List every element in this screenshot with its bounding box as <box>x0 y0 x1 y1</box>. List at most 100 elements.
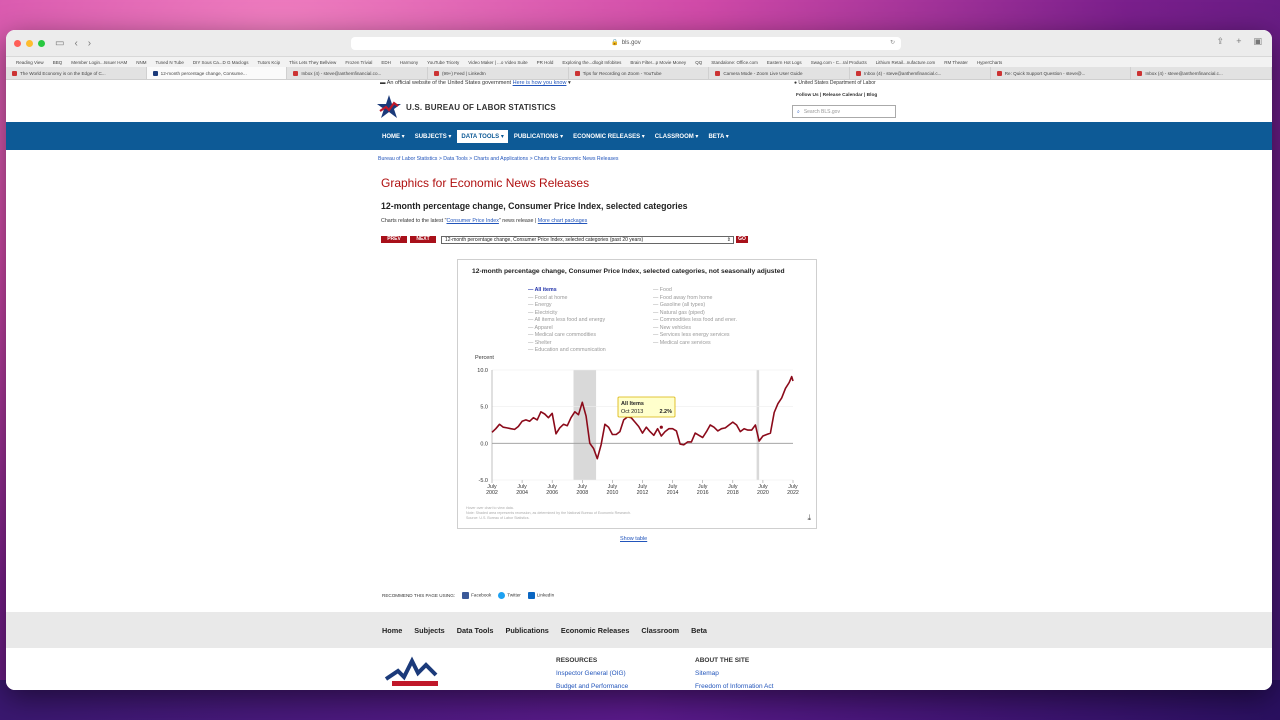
bookmark-item[interactable]: Reading View <box>16 60 44 65</box>
browser-tab[interactable]: Camera Mode - Zoom Live User Guide <box>709 67 851 79</box>
page-title: Graphics for Economic News Releases <box>381 176 590 190</box>
nav-item[interactable]: SUBJECTS ▾ <box>411 130 456 143</box>
tab-favicon-icon <box>293 70 299 76</box>
nav-item[interactable]: CLASSROOM ▾ <box>651 130 703 143</box>
browser-tab[interactable]: Inbox (4) - steve@anthemfinancial.c... <box>1131 67 1272 79</box>
bookmark-item[interactable]: Exploring the...dlogit Infobites <box>562 60 621 65</box>
bookmarks-bar: Reading View BBQ Member Login...Issuer HAM… <box>6 57 1272 67</box>
more-charts-link[interactable]: More chart packages <box>538 218 587 224</box>
source-line: Source: U.S. Bureau of Labor Statistics. <box>466 516 530 520</box>
browser-tab[interactable]: Tips for Recording on Zoom - YouTube <box>569 67 710 79</box>
download-icon[interactable]: ⤓ <box>807 513 811 523</box>
bookmark-item[interactable]: Video Maker | ...o Video Suite <box>468 60 527 65</box>
share-facebook[interactable]: Facebook <box>462 592 491 599</box>
browser-tab[interactable]: Re: Quick Support Question - steve@... <box>991 67 1132 79</box>
x-tick-label: 2016 <box>697 490 709 496</box>
bookmark-item[interactable]: Standalone: Office.com <box>711 60 758 65</box>
nav-item[interactable]: PUBLICATIONS ▾ <box>510 130 567 143</box>
linkedin-icon <box>527 592 535 599</box>
bookmark-item[interactable]: YouTube Tricety <box>427 60 459 65</box>
go-button[interactable]: GO <box>736 236 748 243</box>
footer-classroom[interactable]: Classroom <box>641 626 679 635</box>
search-box[interactable]: ⌕ Search BLS.gov <box>792 105 896 118</box>
browser-tab[interactable]: Inbox (4) - steve@anthemfinancial.c... <box>850 67 991 79</box>
share-row: RECOMMEND THIS PAGE USING: Facebook Twit… <box>382 592 554 599</box>
browser-tab[interactable]: (99+) Feed | LinkedIn <box>428 67 569 79</box>
tab-title: Inbox (4) - steve@anthemfinancial.c... <box>1145 70 1223 76</box>
browser-tab[interactable]: 12-month percentage change, Consume... <box>146 67 288 79</box>
share-linkedin[interactable]: LinkedIn <box>527 592 554 599</box>
bookmark-item[interactable]: Harmony <box>400 60 418 65</box>
cpi-release-link[interactable]: Consumer Price Index <box>446 218 498 224</box>
x-tick-label: 2022 <box>787 490 799 496</box>
share-twitter[interactable]: Twitter <box>498 592 521 599</box>
y-tick-label: 0.0 <box>480 441 488 447</box>
follow-links[interactable]: Follow Us | Release Calendar | Blog <box>796 93 877 98</box>
about-heading: ABOUT THE SITE <box>695 657 750 664</box>
footer-subjects[interactable]: Subjects <box>414 626 444 635</box>
prev-button[interactable]: PREV <box>381 236 407 243</box>
nav-item[interactable]: HOME ▾ <box>378 130 409 143</box>
bookmark-item[interactable]: EDH <box>381 60 391 65</box>
tooltip-series: All Items <box>621 401 644 407</box>
x-tick-label: 2010 <box>607 490 619 496</box>
nav-item[interactable]: DATA TOOLS ▾ <box>457 129 508 143</box>
address-bar[interactable]: 🔒 bls.gov ↻ <box>351 37 901 50</box>
bookmark-item[interactable]: HyperCharts <box>977 60 1002 65</box>
bookmark-item[interactable]: NNM <box>136 60 146 65</box>
bookmark-item[interactable]: Frozen Trivial <box>345 60 372 65</box>
bookmark-item[interactable]: QQ <box>695 60 702 65</box>
bookmark-item[interactable]: Tutors Kcip <box>258 60 281 65</box>
tab-overview-icon[interactable]: ▣ <box>1253 36 1262 47</box>
show-table-link[interactable]: Show table <box>620 536 647 542</box>
foia-link[interactable]: Freedom of Information Act <box>695 680 773 690</box>
gov-banner-link[interactable]: Here is how you know <box>513 80 567 86</box>
close-window-button[interactable] <box>14 39 21 47</box>
bls-star-icon <box>377 95 401 118</box>
nav-item[interactable]: ECONOMIC RELEASES ▾ <box>569 130 649 143</box>
sitemap-link[interactable]: Sitemap <box>695 667 773 680</box>
footer-publications[interactable]: Publications <box>505 626 548 635</box>
bookmark-item[interactable]: RM Theater <box>944 60 968 65</box>
back-icon[interactable]: ‹ <box>74 38 77 49</box>
cpi-line-chart[interactable]: 10.05.00.0-5.0July2002July2004July2006Ju… <box>458 260 818 530</box>
next-button[interactable]: NEXT <box>410 236 436 243</box>
dol-seal-icon: ● <box>794 80 798 86</box>
zoom-window-button[interactable] <box>38 39 45 47</box>
footer-economic-releases[interactable]: Economic Releases <box>561 626 630 635</box>
bls-logo[interactable]: U.S. BUREAU OF LABOR STATISTICS <box>376 94 556 120</box>
oig-link[interactable]: Inspector General (OIG) <box>556 667 628 680</box>
x-tick-label: 2018 <box>727 490 739 496</box>
bookmark-item[interactable]: Eastern Hot Logs <box>767 60 802 65</box>
browser-tab[interactable]: Inbox (4) - steve@anthemfinancial.co... <box>287 67 429 79</box>
bookmark-item[interactable]: Brain Filter...p Movie Money <box>630 60 686 65</box>
browser-tab[interactable]: The World Economy is on the Edge of C... <box>6 67 147 79</box>
bookmark-item[interactable]: Lithium Retail...nufacture.com <box>876 60 936 65</box>
budget-link[interactable]: Budget and Performance <box>556 680 628 690</box>
footer-data-tools[interactable]: Data Tools <box>457 626 494 635</box>
chart-select-value: 12-month percentage change, Consumer Pri… <box>445 237 644 243</box>
chart-container: 12-month percentage change, Consumer Pri… <box>457 259 817 529</box>
chart-select[interactable]: 12-month percentage change, Consumer Pri… <box>441 236 734 244</box>
share-icon[interactable]: ⇪ <box>1217 36 1225 47</box>
bookmark-item[interactable]: BBQ <box>53 60 63 65</box>
breadcrumb[interactable]: Bureau of Labor Statistics > Data Tools … <box>378 156 619 162</box>
nav-item[interactable]: BETA ▾ <box>704 130 732 143</box>
new-tab-icon[interactable]: + <box>1236 36 1241 47</box>
reload-icon[interactable]: ↻ <box>890 37 895 50</box>
footer-beta[interactable]: Beta <box>691 626 707 635</box>
bookmark-item[interactable]: Member Login...Issuer HAM <box>71 60 127 65</box>
forward-icon[interactable]: › <box>88 38 91 49</box>
minimize-window-button[interactable] <box>26 39 33 47</box>
sidebar-icon[interactable]: ▭ <box>55 38 64 49</box>
bookmark-item[interactable]: PR Hold <box>537 60 554 65</box>
search-input[interactable]: Search BLS.gov <box>804 109 840 115</box>
bookmark-item[interactable]: Swag.com - C...ral Products <box>811 60 867 65</box>
bookmark-item[interactable]: DIY Sous Ca...D G Maclogs <box>193 60 249 65</box>
dol-link[interactable]: ● United States Department of Labor <box>794 80 876 86</box>
footer-home[interactable]: Home <box>382 626 402 635</box>
tooltip-value: 2.2% <box>659 409 672 415</box>
bookmark-item[interactable]: This Lets They Bellview <box>289 60 336 65</box>
bookmark-item[interactable]: Tuned N Tube <box>155 60 183 65</box>
recommend-label: RECOMMEND THIS PAGE USING: <box>382 593 456 598</box>
